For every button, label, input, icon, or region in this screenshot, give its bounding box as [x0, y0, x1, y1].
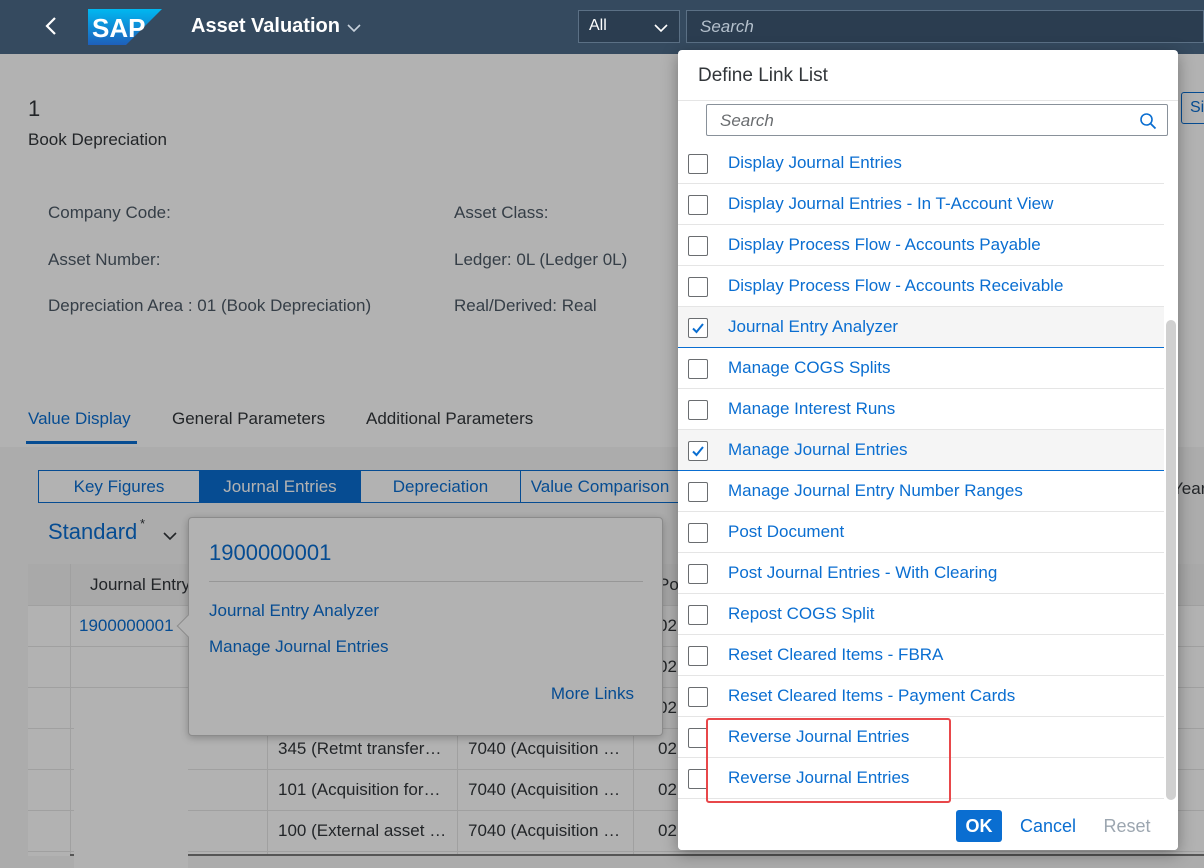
app-title[interactable]: Asset Valuation: [191, 15, 340, 38]
link-list-item[interactable]: Journal Entry Analyzer: [678, 307, 1164, 348]
shell-search-input[interactable]: Search: [686, 10, 1204, 43]
link-search-placeholder: Search: [720, 111, 774, 130]
link-list: Display Journal Entries Display Journal E…: [678, 145, 1164, 805]
link-item-label: Display Journal Entries - In T-Account V…: [728, 194, 1054, 213]
link-list-item[interactable]: Display Process Flow - Accounts Payable: [678, 225, 1164, 266]
link-item-label: Display Journal Entries: [728, 153, 902, 172]
link-checkbox[interactable]: [688, 482, 708, 502]
link-list-item[interactable]: Display Journal Entries - In T-Account V…: [678, 184, 1164, 225]
dialog-title: Define Link List: [698, 65, 828, 86]
link-item-label: Reset Cleared Items - Payment Cards: [728, 686, 1016, 705]
chevron-down-icon[interactable]: [346, 20, 362, 36]
link-list-item[interactable]: Display Journal Entries: [678, 145, 1164, 184]
link-checkbox[interactable]: [688, 564, 708, 584]
search-icon[interactable]: [1139, 112, 1157, 130]
link-checkbox[interactable]: [688, 605, 708, 625]
link-checkbox[interactable]: [688, 195, 708, 215]
link-item-label: Manage COGS Splits: [728, 358, 891, 377]
link-list-item[interactable]: Manage Interest Runs: [678, 389, 1164, 430]
link-item-label: Repost COGS Split: [728, 604, 875, 623]
link-list-item[interactable]: Manage COGS Splits: [678, 348, 1164, 389]
link-checkbox[interactable]: [688, 523, 708, 543]
link-list-item[interactable]: Reset Cleared Items - FBRA: [678, 635, 1164, 676]
link-item-label: Manage Interest Runs: [728, 399, 896, 418]
scrollbar-thumb[interactable]: [1166, 320, 1176, 800]
link-checkbox[interactable]: [688, 400, 708, 420]
dialog-footer: OK Cancel Reset: [678, 805, 1178, 850]
dialog-title-separator: [678, 100, 1178, 101]
link-search-input[interactable]: Search: [706, 104, 1168, 136]
link-list-item[interactable]: Manage Journal Entries: [678, 430, 1164, 471]
cancel-button[interactable]: Cancel: [1012, 810, 1084, 842]
link-list-item[interactable]: Repost COGS Split: [678, 594, 1164, 635]
link-list-item[interactable]: Post Journal Entries - With Clearing: [678, 553, 1164, 594]
link-checkbox[interactable]: [688, 359, 708, 379]
shell-header: SAP Asset Valuation All Search: [0, 0, 1204, 54]
link-checkbox[interactable]: [688, 728, 708, 748]
link-list-item[interactable]: Reverse Journal Entries: [678, 758, 1164, 799]
link-item-label: Manage Journal Entry Number Ranges: [728, 481, 1023, 500]
link-item-label: Post Document: [728, 522, 845, 541]
link-checkbox[interactable]: [688, 687, 708, 707]
link-checkbox[interactable]: [688, 318, 708, 338]
link-checkbox[interactable]: [688, 236, 708, 256]
chevron-down-icon: [654, 24, 668, 33]
link-checkbox[interactable]: [688, 769, 708, 789]
search-scope-select[interactable]: All: [578, 10, 680, 43]
link-item-label: Manage Journal Entries: [728, 440, 908, 459]
link-list-item[interactable]: Post Document: [678, 512, 1164, 553]
link-list-item[interactable]: Reverse Journal Entries: [678, 717, 1164, 758]
link-checkbox[interactable]: [688, 154, 708, 174]
link-checkbox[interactable]: [688, 441, 708, 461]
link-item-label: Journal Entry Analyzer: [728, 317, 899, 336]
checkmark-icon: [692, 323, 704, 334]
shell-search-placeholder: Search: [700, 17, 754, 36]
link-item-label: Reset Cleared Items - FBRA: [728, 645, 944, 664]
ok-button[interactable]: OK: [956, 810, 1002, 842]
link-item-label: Reverse Journal Entries: [728, 727, 910, 746]
link-checkbox[interactable]: [688, 277, 708, 297]
chevron-left-icon[interactable]: [38, 12, 66, 40]
link-list-item[interactable]: Manage Journal Entry Number Ranges: [678, 471, 1164, 512]
link-item-label: Display Process Flow - Accounts Receivab…: [728, 276, 1064, 295]
link-item-label: Display Process Flow - Accounts Payable: [728, 235, 1041, 254]
define-link-list-dialog: Define Link List Search Display Journal …: [678, 50, 1178, 850]
link-item-label: Post Journal Entries - With Clearing: [728, 563, 998, 582]
link-list-item[interactable]: Reset Cleared Items - Payment Cards: [678, 676, 1164, 717]
link-list-item[interactable]: Display Process Flow - Accounts Receivab…: [678, 266, 1164, 307]
reset-button[interactable]: Reset: [1092, 810, 1162, 842]
list-scrollbar[interactable]: [1164, 145, 1178, 805]
logo-text: SAP: [92, 13, 145, 43]
search-scope-value: All: [589, 17, 607, 34]
link-checkbox[interactable]: [688, 646, 708, 666]
checkmark-icon: [692, 446, 704, 457]
link-item-label: Reverse Journal Entries: [728, 768, 910, 787]
sap-logo[interactable]: SAP: [88, 9, 162, 45]
